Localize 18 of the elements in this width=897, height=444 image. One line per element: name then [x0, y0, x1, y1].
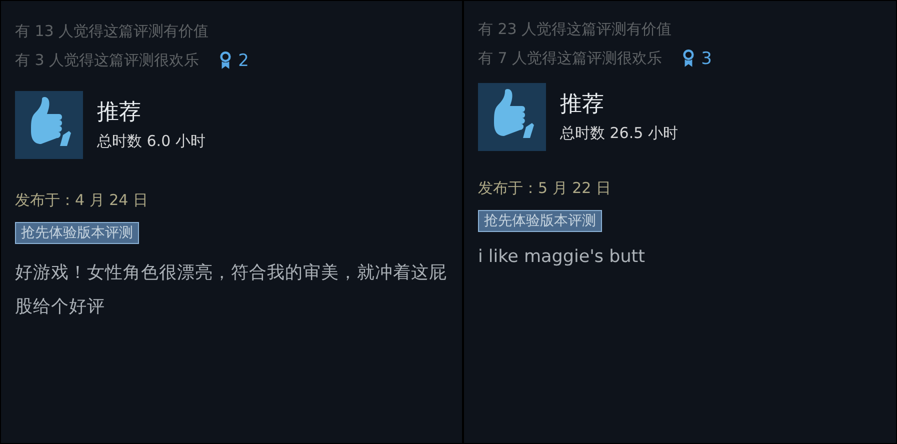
playtime-text: 总时数 6.0 小时 — [97, 131, 206, 152]
playtime-text: 总时数 26.5 小时 — [560, 123, 678, 144]
review-text: 好游戏！女性角色很漂亮，符合我的审美，就冲着这屁股给个好评 — [15, 262, 448, 319]
funny-count: 有 7 人觉得这篇评测很欢乐 — [478, 48, 662, 69]
review-text: i like maggie's butt — [478, 246, 646, 269]
verdict-title: 推荐 — [560, 91, 605, 119]
helpful-count: 有 23 人觉得这篇评测有价值 — [478, 19, 673, 40]
award-ribbon-icon — [219, 51, 232, 70]
award-count: 2 — [238, 50, 249, 70]
early-access-tag: 抢先体验版本评测 — [478, 210, 602, 232]
funny-count: 有 3 人觉得这篇评测很欢乐 — [15, 50, 200, 71]
posted-date: 发布于：4 月 24 日 — [15, 191, 149, 210]
award-ribbon-icon — [682, 49, 696, 68]
award-count: 3 — [701, 48, 712, 68]
early-access-tag: 抢先体验版本评测 — [15, 222, 139, 244]
verdict-title: 推荐 — [97, 99, 142, 127]
helpful-count: 有 13 人觉得这篇评测有价值 — [15, 21, 210, 42]
posted-date: 发布于：5 月 22 日 — [478, 179, 612, 198]
